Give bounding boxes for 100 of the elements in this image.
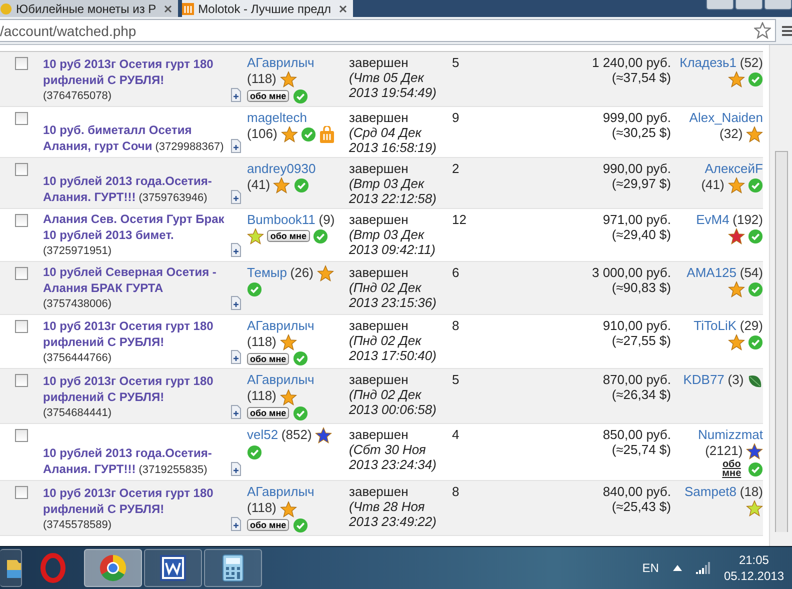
bid-count: 8 <box>452 484 460 500</box>
row-checkbox[interactable] <box>15 162 28 176</box>
user-rating: (32) <box>720 126 743 141</box>
user-link[interactable]: Alex_Naiden <box>689 110 763 125</box>
check-icon <box>247 444 262 460</box>
close-icon[interactable] <box>339 4 348 12</box>
user-rating: (118) <box>247 500 276 516</box>
browser-tab[interactable]: Molotok - Лучшие предл <box>182 0 354 17</box>
price-usd: (≈29,97 $) <box>610 176 671 191</box>
clock[interactable]: 21:05 05.12.2013 <box>724 552 784 584</box>
check-icon <box>748 72 763 87</box>
check-icon <box>247 282 262 298</box>
user-link[interactable]: Numizzmat <box>698 426 763 442</box>
user-link[interactable]: mageltech <box>247 110 307 125</box>
user-link[interactable]: andrey0930 <box>247 160 316 176</box>
about-me-button[interactable]: обо мне <box>247 90 290 102</box>
price-rub: 840,00 руб. <box>602 484 671 500</box>
user-link[interactable]: Bumbook11 <box>247 212 316 227</box>
scrollbar[interactable] <box>769 45 792 546</box>
user-rating: (3) <box>728 372 744 388</box>
user-link[interactable]: TiToLiK <box>694 318 737 333</box>
price-usd: (≈30,25 $) <box>610 124 671 140</box>
about-me-link[interactable]: обо мне <box>718 460 745 478</box>
user-link[interactable]: АлексейF <box>704 160 763 176</box>
lot-title-link[interactable]: 10 руб 2013г Осетия гурт 180 рифлений С РУБЛЯ! (3754684441) <box>43 374 229 421</box>
expand-icon[interactable] <box>231 350 241 364</box>
close-icon[interactable] <box>164 4 172 12</box>
bookmark-star-icon[interactable] <box>754 22 771 39</box>
lot-title-link[interactable]: 10 руб 2013г Осетия гурт 180 рифлений С РУБЛЯ! (3764765078) <box>43 56 229 104</box>
user-link[interactable]: АГаврилыч <box>247 484 314 500</box>
bid-count: 4 <box>452 426 460 442</box>
language-indicator[interactable]: EN <box>642 561 659 575</box>
user-rating: (26) <box>290 264 314 280</box>
user-link[interactable]: AMA125 <box>686 264 737 280</box>
row-checkbox[interactable] <box>15 486 28 500</box>
user-rating: (118) <box>247 388 276 404</box>
user-link[interactable]: Темыр <box>247 264 287 280</box>
lot-status: завершен <box>349 264 410 280</box>
row-checkbox[interactable] <box>15 57 28 70</box>
expand-icon[interactable] <box>231 88 241 102</box>
address-bar[interactable]: /account/watched.php <box>0 19 776 42</box>
user-rating: (118) <box>247 334 276 349</box>
taskbar-button[interactable] <box>0 549 22 587</box>
lot-status: завершен <box>349 372 410 388</box>
price-usd: (≈90,83 $) <box>610 280 671 295</box>
expand-icon[interactable] <box>231 242 241 257</box>
user-link[interactable]: АГаврилыч <box>247 372 314 388</box>
signal-icon[interactable] <box>696 562 710 574</box>
row-checkbox[interactable] <box>15 320 28 333</box>
browser-tab[interactable]: Юбилейные монеты из Р <box>0 0 178 17</box>
user-rating: (41) <box>701 176 724 192</box>
lot-status: завершен <box>349 426 410 442</box>
lot-title-link[interactable]: Алания Сев. Осетия Гурт Брак 10 рублей 2013 бимет. (3725971951) <box>43 212 229 259</box>
end-date: (Срд 04 Дек 2013 16:58:19) <box>349 124 438 155</box>
user-rating: (54) <box>740 264 763 280</box>
user-link[interactable]: Sampet8 <box>684 484 737 500</box>
expand-icon[interactable] <box>231 296 241 310</box>
user-link[interactable]: EvM4 <box>696 212 730 227</box>
about-me-button[interactable]: обо мне <box>247 519 290 532</box>
check-icon <box>292 518 308 533</box>
price-rub: 850,00 руб. <box>602 426 671 442</box>
expand-icon[interactable] <box>231 404 241 419</box>
row-checkbox[interactable] <box>15 428 28 442</box>
expand-icon[interactable] <box>231 462 241 476</box>
user-link[interactable]: vel52 <box>247 426 278 442</box>
about-me-button[interactable]: обо мне <box>267 230 310 242</box>
row-checkbox[interactable] <box>15 214 28 227</box>
end-date: (Пнд 02 Дек 2013 00:06:58) <box>349 387 438 418</box>
row-checkbox[interactable] <box>15 266 28 280</box>
end-date: (Втр 03 Дек 2013 22:12:58) <box>349 176 438 206</box>
check-icon <box>748 282 763 297</box>
lot-title-link[interactable]: 10 рублей Северная Осетия - Алания БРАК ГУРТА (3757438006) <box>43 264 229 312</box>
expand-icon[interactable] <box>231 190 241 204</box>
user-rating: (9) <box>318 212 335 227</box>
user-link[interactable]: АГаврилыч <box>247 55 314 70</box>
taskbar-button[interactable] <box>204 549 262 587</box>
taskbar-button[interactable] <box>144 549 202 587</box>
taskbar-button[interactable] <box>84 549 142 587</box>
lot-title-link[interactable]: 10 рублей 2013 года.Осетия-Алания. ГУРТ!!! (3719255835) <box>43 446 229 478</box>
expand-icon[interactable] <box>231 516 241 531</box>
user-link[interactable]: KDB77 <box>683 372 724 388</box>
about-me-button[interactable]: обо мне <box>247 352 290 365</box>
site-icon <box>182 2 194 14</box>
expand-icon[interactable] <box>231 138 241 153</box>
menu-icon[interactable] <box>782 26 792 36</box>
price-usd: (≈29,40 $) <box>610 226 671 242</box>
lot-title-link[interactable]: 10 руб 2013г Осетия гурт 180 рифлений С РУБЛЯ! (3745578589) <box>43 486 229 533</box>
lot-title-link[interactable]: 10 руб. биметалл Осетия Алания, гурт Сочи (3729988367) <box>43 122 229 155</box>
lot-status: завершен <box>349 484 410 500</box>
show-hidden-icons-icon[interactable] <box>672 565 682 571</box>
leaf-icon <box>747 373 763 390</box>
user-link[interactable]: Кладезь1 <box>680 55 737 70</box>
about-me-button[interactable]: обо мне <box>247 407 290 420</box>
row-checkbox[interactable] <box>15 374 28 388</box>
user-link[interactable]: АГаврилыч <box>247 318 314 333</box>
price-rub: 910,00 руб. <box>602 318 671 333</box>
lot-title-link[interactable]: 10 руб 2013г Осетия гурт 180 рифлений С РУБЛЯ! (3756444766) <box>43 319 229 366</box>
check-icon <box>292 88 308 104</box>
row-checkbox[interactable] <box>15 112 28 125</box>
lot-title-link[interactable]: 10 рублей 2013 года.Осетия-Алания. ГУРТ!!! (3759763946) <box>43 174 229 206</box>
